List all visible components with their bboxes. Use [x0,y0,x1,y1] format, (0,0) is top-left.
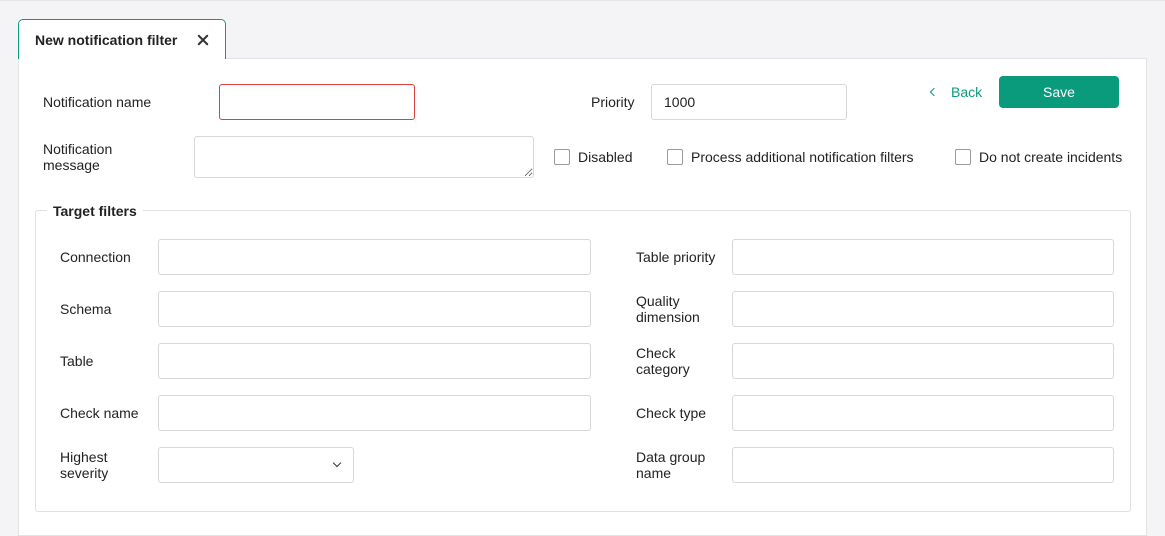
quality-dimension-label-line1: Quality [636,293,680,309]
do-not-create-incidents-checkbox-box[interactable] [955,149,971,165]
table-label: Table [60,353,94,369]
notification-name-label: Notification name [43,94,152,110]
quality-dimension-input[interactable] [732,291,1114,327]
back-label: Back [951,84,983,100]
tab-new-notification-filter[interactable]: New notification filter [18,19,226,59]
target-filters-legend: Target filters [47,203,143,219]
notification-message-label-line2: message [43,157,100,173]
highest-severity-value[interactable] [158,447,354,483]
data-group-name-label-line1: Data group [636,449,706,465]
close-icon[interactable] [195,32,211,48]
connection-label: Connection [60,249,131,265]
do-not-create-incidents-label: Do not create incidents [979,149,1123,165]
schema-input[interactable] [158,291,591,327]
notification-message-label-line1: Notification [43,141,113,157]
highest-severity-label: Highest severity [60,449,108,481]
disabled-checkbox[interactable]: Disabled [554,149,632,165]
table-priority-input[interactable] [732,239,1114,275]
check-name-label: Check name [60,405,139,421]
back-button[interactable]: Back [927,84,982,100]
tab-title: New notification filter [35,31,178,48]
notification-name-input[interactable] [219,84,415,120]
disabled-checkbox-label: Disabled [578,149,633,165]
highest-severity-select[interactable] [158,447,354,483]
schema-label: Schema [60,301,112,317]
check-category-label-line1: Check [636,345,676,361]
check-type-label: Check type [636,405,707,421]
process-additional-filters-checkbox[interactable]: Process additional notification filters [667,149,914,165]
process-additional-filters-label: Process additional notification filters [691,149,914,165]
priority-label: Priority [591,94,635,110]
table-input[interactable] [158,343,591,379]
quality-dimension-label-line2: dimension [636,309,700,325]
check-type-input[interactable] [732,395,1114,431]
do-not-create-incidents-checkbox[interactable]: Do not create incidents [955,149,1122,165]
connection-input[interactable] [158,239,591,275]
notification-message-label: Notification message [43,141,112,173]
table-priority-label: Table priority [636,249,716,265]
data-group-name-input[interactable] [732,447,1114,483]
check-name-input[interactable] [158,395,591,431]
process-additional-filters-checkbox-box[interactable] [667,149,683,165]
disabled-checkbox-box[interactable] [554,149,570,165]
data-group-name-label: Data group name [636,449,705,481]
highest-severity-label-line1: Highest [60,449,108,465]
data-group-name-label-line2: name [636,465,672,481]
check-category-input[interactable] [732,343,1114,379]
priority-input[interactable] [651,84,847,120]
notification-message-textarea[interactable] [194,136,534,178]
check-category-label-line2: category [636,361,690,377]
top-divider [0,0,1165,1]
highest-severity-label-line2: severity [60,465,109,481]
save-button[interactable]: Save [999,76,1119,108]
check-category-label: Check category [636,345,690,377]
quality-dimension-label: Quality dimension [636,293,700,325]
chevron-left-icon [929,87,939,97]
